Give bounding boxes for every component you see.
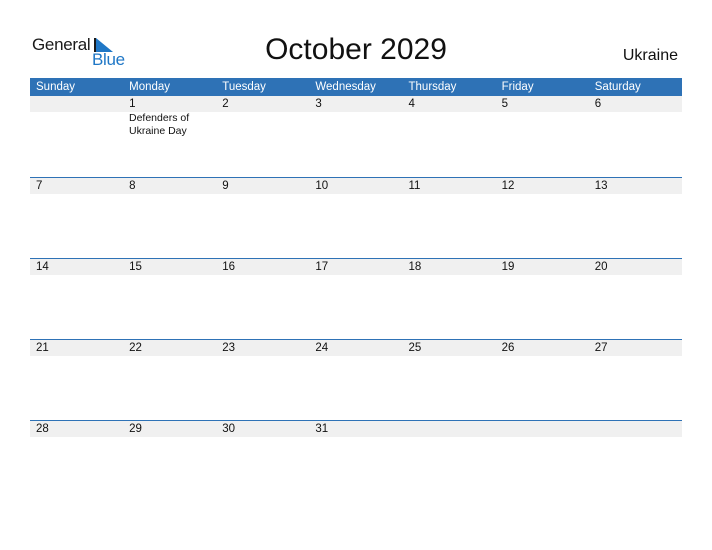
calendar-grid: Sunday Monday Tuesday Wednesday Thursday…	[30, 78, 682, 501]
day-cell: 14	[36, 261, 49, 273]
week-row-1: 1 2 3 4 5 6 Defenders of Ukraine Day	[30, 96, 682, 177]
day-cell: 6	[594, 98, 602, 110]
weekday-header-row: Sunday Monday Tuesday Wednesday Thursday…	[30, 78, 682, 96]
date-strip: 21 22 23 24 25 26 27	[30, 340, 682, 356]
day-cell: 13	[594, 180, 608, 192]
holiday-row: Defenders of Ukraine Day	[30, 112, 682, 138]
date-strip: 7 8 9 10 11 12 13	[30, 178, 682, 194]
day-cell: 22	[129, 342, 142, 354]
day-cell	[403, 421, 496, 437]
day-cell: 21	[36, 342, 49, 354]
day-cell: 8	[129, 180, 136, 192]
day-cell: 23	[222, 342, 236, 354]
day-cell	[30, 96, 123, 112]
day-cell: 30	[222, 423, 236, 435]
day-cell: 2	[222, 98, 229, 110]
day-cell: 20	[594, 261, 608, 273]
day-cell: 16	[222, 261, 236, 273]
day-cell: 17	[315, 261, 329, 273]
day-cell: 7	[36, 180, 43, 192]
day-cell: 28	[36, 423, 49, 435]
day-cell: 5	[501, 98, 509, 110]
date-strip: 28 29 30 31	[30, 421, 682, 437]
day-cell: 29	[129, 423, 142, 435]
day-cell: 4	[408, 98, 415, 110]
country-label: Ukraine	[622, 47, 678, 64]
day-cell: 10	[315, 180, 329, 192]
day-cell	[496, 421, 589, 437]
week-row-2: 7 8 9 10 11 12 13	[30, 177, 682, 258]
day-cell: 12	[501, 180, 515, 192]
day-cell: 19	[501, 261, 515, 273]
weekday-sunday: Sunday	[36, 81, 76, 93]
day-cell: 31	[315, 423, 329, 435]
weekday-thursday: Thursday	[408, 81, 457, 93]
weekday-saturday: Saturday	[594, 81, 641, 93]
day-cell: 25	[408, 342, 422, 354]
holiday-defenders-of-ukraine-day: Defenders of Ukraine Day	[30, 112, 189, 138]
holiday-name-line2: Ukraine Day	[129, 125, 187, 137]
weekday-monday: Monday	[129, 81, 171, 93]
day-cell: 1	[129, 98, 136, 110]
weekday-friday: Friday	[501, 81, 534, 93]
day-cell: 24	[315, 342, 329, 354]
day-cell: 26	[501, 342, 515, 354]
date-strip: 1 2 3 4 5 6	[30, 96, 682, 112]
day-cell: 15	[129, 261, 142, 273]
date-strip: 14 15 16 17 18 19 20	[30, 259, 682, 275]
day-cell: 18	[408, 261, 422, 273]
week-row-3: 14 15 16 17 18 19 20	[30, 258, 682, 339]
day-cell: 11	[408, 180, 421, 192]
page-title: October 2029	[265, 33, 447, 66]
day-cell: 3	[315, 98, 322, 110]
day-cell	[589, 421, 682, 437]
day-cell: 27	[594, 342, 608, 354]
weekday-wednesday: Wednesday	[315, 81, 376, 93]
holiday-name-line1: Defenders of	[129, 112, 190, 124]
day-cell: 9	[222, 180, 229, 192]
week-row-4: 21 22 23 24 25 26 27	[30, 339, 682, 420]
week-row-5: 28 29 30 31	[30, 420, 682, 501]
weekday-tuesday: Tuesday	[222, 81, 266, 93]
